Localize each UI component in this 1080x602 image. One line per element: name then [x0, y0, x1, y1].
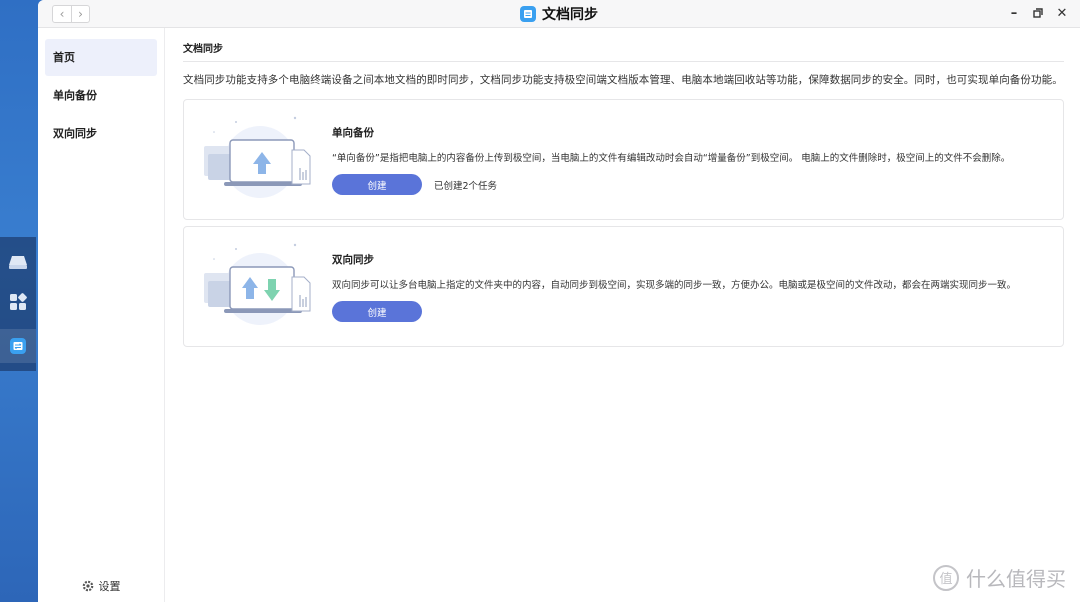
forward-button[interactable]: ›	[71, 6, 89, 22]
app-window: ‹ › 文档同步 – ✕ 首页 单向备份 双向同步 设置 文档同步 文档同步功能…	[38, 0, 1080, 602]
card-description: “单向备份”是指把电脑上的内容备份上传到极空间，当电脑上的文件有编辑改动时会自动…	[332, 153, 1011, 164]
chevron-right-icon: ›	[78, 7, 83, 21]
card-content: 双向同步 双向同步可以让多台电脑上指定的文件夹中的内容，自动同步到极空间，实现多…	[332, 252, 1053, 322]
back-button[interactable]: ‹	[53, 6, 71, 22]
main-content: 文档同步 文档同步功能支持多个电脑终端设备之间本地文档的即时同步，文档同步功能支…	[165, 28, 1080, 602]
two-way-sync-card: 双向同步 双向同步可以让多台电脑上指定的文件夹中的内容，自动同步到极空间，实现多…	[183, 226, 1064, 347]
upload-illustration-icon	[204, 116, 311, 198]
doc-sync-dock-icon[interactable]	[0, 329, 36, 363]
window-controls: – ✕	[1008, 5, 1068, 21]
card-description: 双向同步可以让多台电脑上指定的文件夹中的内容，自动同步到极空间，实现多端的同步一…	[332, 280, 1017, 291]
create-one-way-backup-button[interactable]: 创建	[332, 174, 422, 195]
card-title: 双向同步	[332, 254, 374, 266]
sync-illustration-icon	[204, 243, 311, 325]
watermark-text: 什么值得买	[966, 567, 1066, 591]
one-way-backup-card: 单向备份 “单向备份”是指把电脑上的内容备份上传到极空间，当电脑上的文件有编辑改…	[183, 99, 1064, 220]
page-title: 文档同步	[183, 40, 1064, 62]
window-title-group: 文档同步	[520, 4, 598, 24]
doc-sync-app-icon	[520, 6, 536, 22]
desktop-dock	[0, 237, 36, 371]
sidebar-item-home[interactable]: 首页	[45, 39, 157, 76]
watermark: 值 什么值得买	[932, 563, 1066, 592]
settings-label: 设置	[98, 580, 121, 593]
task-count-status: 已创建2个任务	[434, 180, 498, 192]
title-bar: ‹ › 文档同步 – ✕	[38, 0, 1080, 28]
svg-text:值: 值	[939, 571, 952, 587]
close-button[interactable]: ✕	[1056, 5, 1068, 21]
create-two-way-sync-button[interactable]: 创建	[332, 301, 422, 322]
card-content: 单向备份 “单向备份”是指把电脑上的内容备份上传到极空间，当电脑上的文件有编辑改…	[332, 125, 1053, 195]
nav-buttons: ‹ ›	[52, 5, 90, 23]
apps-grid-icon[interactable]	[5, 289, 31, 315]
restore-icon	[1033, 8, 1043, 18]
gear-icon	[82, 580, 93, 592]
page-description: 文档同步功能支持多个电脑终端设备之间本地文档的即时同步，文档同步功能支持极空间端…	[183, 74, 1063, 86]
restore-button[interactable]	[1032, 6, 1044, 20]
sidebar: 首页 单向备份 双向同步 设置	[38, 28, 165, 602]
card-actions: 创建	[332, 301, 1053, 322]
sidebar-item-two-way-sync[interactable]: 双向同步	[45, 115, 157, 152]
sidebar-item-one-way-backup[interactable]: 单向备份	[45, 77, 157, 114]
card-actions: 创建 已创建2个任务	[332, 174, 1053, 195]
close-icon: ✕	[1056, 5, 1068, 21]
smzdm-logo-icon: 值	[933, 564, 959, 591]
chevron-left-icon: ‹	[59, 7, 65, 21]
drive-icon[interactable]	[5, 249, 31, 275]
settings-button[interactable]: 设置	[38, 578, 164, 594]
minimize-button[interactable]: –	[1008, 5, 1020, 21]
card-title: 单向备份	[332, 127, 374, 139]
minimize-icon: –	[1010, 5, 1018, 21]
window-title: 文档同步	[542, 7, 598, 23]
